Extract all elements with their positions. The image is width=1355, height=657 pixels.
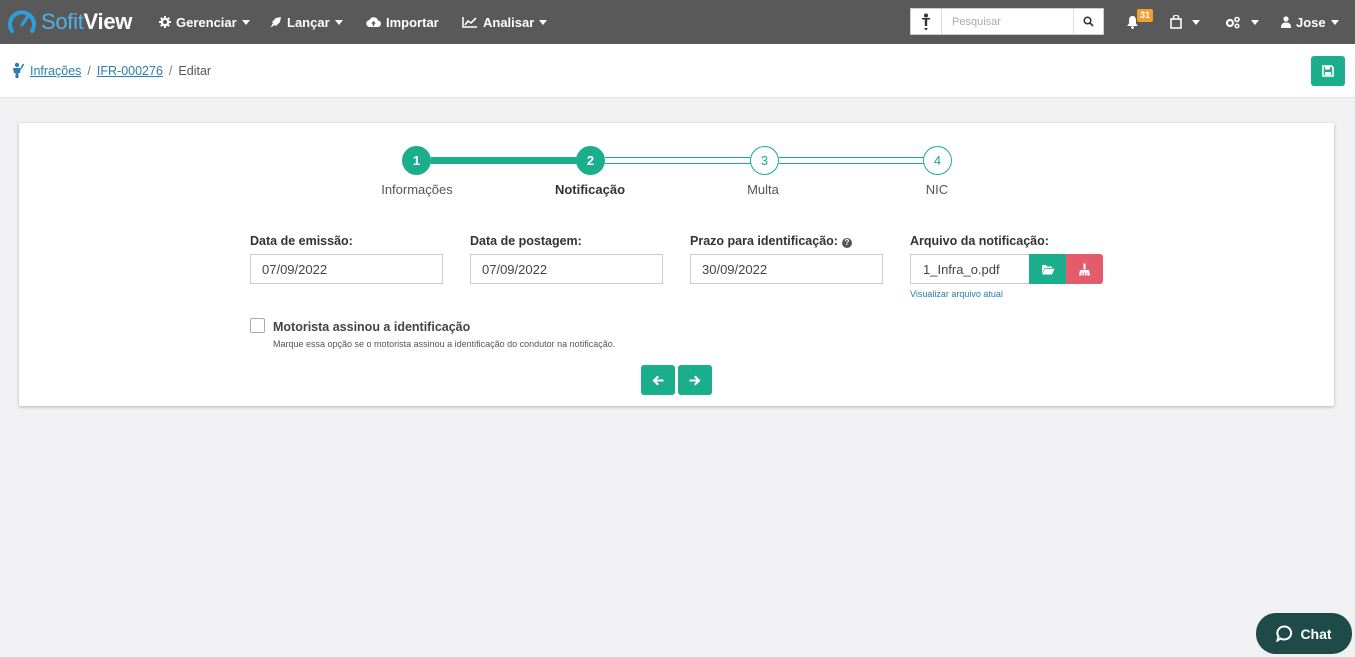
line-chart-icon bbox=[462, 17, 477, 28]
chat-bubble-icon bbox=[1276, 625, 1293, 642]
logo-text-sofit: Sofit bbox=[41, 9, 84, 34]
nav-gerenciar-label: Gerenciar bbox=[176, 14, 237, 30]
chevron-down-icon bbox=[334, 19, 343, 25]
stepper-connector-3 bbox=[779, 157, 939, 164]
user-name: Jose bbox=[1296, 14, 1326, 30]
speedometer-icon bbox=[8, 10, 36, 33]
step-2-label: Notificação bbox=[554, 182, 626, 197]
motorista-assinou-label[interactable]: Motorista assinou a identificação bbox=[273, 320, 470, 334]
nav-fuel-menu[interactable] bbox=[1170, 0, 1200, 44]
step-4-label: NIC bbox=[925, 182, 949, 197]
nav-analisar-label: Analisar bbox=[483, 14, 535, 30]
notifications-badge: 31 bbox=[1137, 9, 1154, 22]
help-icon[interactable]: ? bbox=[841, 238, 852, 248]
step-4-circle[interactable]: 4 bbox=[923, 146, 952, 175]
arrow-left-icon bbox=[652, 375, 664, 385]
nav-analisar[interactable]: Analisar bbox=[462, 0, 548, 44]
clear-file-button[interactable] bbox=[1066, 254, 1103, 284]
search-box bbox=[910, 8, 1104, 35]
step-3-circle[interactable]: 3 bbox=[750, 146, 779, 175]
breadcrumb-current: Editar bbox=[178, 63, 212, 78]
emissao-date-input[interactable] bbox=[250, 254, 443, 284]
page-header: Infrações / IFR-000276 / Editar bbox=[0, 44, 1355, 98]
chat-label: Chat bbox=[1300, 625, 1332, 642]
chat-button[interactable]: Chat bbox=[1256, 613, 1352, 654]
breadcrumb-infracoes-link[interactable]: Infrações bbox=[30, 64, 81, 78]
breadcrumb-separator: / bbox=[87, 63, 91, 78]
postagem-label: Data de postagem: bbox=[470, 234, 582, 248]
save-button[interactable] bbox=[1311, 56, 1345, 86]
floppy-disk-icon bbox=[1322, 65, 1334, 77]
prazo-date-input[interactable] bbox=[690, 254, 883, 284]
arrow-right-icon bbox=[689, 375, 701, 385]
logo[interactable]: SofitView bbox=[7, 7, 132, 37]
breadcrumb-separator: / bbox=[168, 63, 173, 78]
nav-settings-menu[interactable] bbox=[1225, 0, 1259, 44]
breadcrumb: Infrações / IFR-000276 / Editar bbox=[10, 62, 211, 79]
chevron-down-icon bbox=[1192, 19, 1200, 25]
next-step-button[interactable] bbox=[678, 365, 712, 395]
search-input[interactable] bbox=[942, 9, 1073, 34]
broom-icon bbox=[1079, 263, 1090, 275]
prazo-label-wrap: Prazo para identificação:? bbox=[690, 234, 852, 248]
motorista-assinou-checkbox[interactable] bbox=[250, 318, 265, 333]
stepper-connector-1 bbox=[431, 157, 591, 164]
chevron-down-icon bbox=[1251, 19, 1259, 25]
motorista-assinou-help-text: Marque essa opção se o motorista assinou… bbox=[273, 339, 616, 349]
logo-text-view: View bbox=[83, 9, 133, 34]
view-current-file-link[interactable]: Visualizar arquivo atual bbox=[910, 289, 1003, 299]
step-2-circle[interactable]: 2 bbox=[576, 146, 605, 175]
nav-lancar-label: Lançar bbox=[287, 14, 330, 30]
nav-lancar[interactable]: Lançar bbox=[270, 0, 343, 44]
step-3-label: Multa bbox=[747, 182, 779, 197]
browse-file-button[interactable] bbox=[1029, 254, 1066, 284]
gear-icon bbox=[159, 16, 171, 28]
shopping-bag-icon bbox=[1170, 15, 1182, 29]
nav-gerenciar[interactable]: Gerenciar bbox=[159, 0, 250, 44]
top-navbar: SofitView Gerenciar Lançar Importar Anal… bbox=[0, 0, 1355, 44]
traffic-officer-icon bbox=[13, 62, 24, 78]
nav-importar-label: Importar bbox=[386, 14, 439, 30]
chevron-down-icon bbox=[1330, 19, 1339, 25]
user-icon bbox=[1281, 16, 1291, 28]
person-icon bbox=[922, 13, 930, 30]
arquivo-label: Arquivo da notificação: bbox=[910, 234, 1049, 248]
search-icon bbox=[1083, 16, 1094, 27]
cloud-upload-icon bbox=[366, 17, 381, 28]
chevron-down-icon bbox=[539, 19, 548, 25]
search-button[interactable] bbox=[1073, 9, 1103, 34]
prazo-label: Prazo para identificação: bbox=[690, 234, 838, 248]
form-card: 1 2 3 4 Informações Notificação Multa NI… bbox=[19, 123, 1334, 406]
breadcrumb-record-link[interactable]: IFR-000276 bbox=[97, 64, 163, 78]
file-input-group: 1_Infra_o.pdf bbox=[910, 254, 1103, 284]
stepper-connector-2 bbox=[605, 157, 765, 164]
nav-importar[interactable]: Importar bbox=[366, 0, 439, 44]
step-1-label: Informações bbox=[381, 182, 453, 197]
previous-step-button[interactable] bbox=[641, 365, 675, 395]
folder-open-icon bbox=[1041, 264, 1054, 274]
gears-icon bbox=[1225, 16, 1240, 29]
file-name-field[interactable]: 1_Infra_o.pdf bbox=[910, 254, 1029, 284]
search-scope-toggle[interactable] bbox=[911, 9, 942, 34]
chevron-down-icon bbox=[241, 19, 250, 25]
rocket-icon bbox=[270, 17, 281, 28]
postagem-date-input[interactable] bbox=[470, 254, 663, 284]
step-1-circle[interactable]: 1 bbox=[402, 146, 431, 175]
emissao-label: Data de emissão: bbox=[250, 234, 353, 248]
nav-user-menu[interactable]: Jose bbox=[1281, 0, 1339, 44]
